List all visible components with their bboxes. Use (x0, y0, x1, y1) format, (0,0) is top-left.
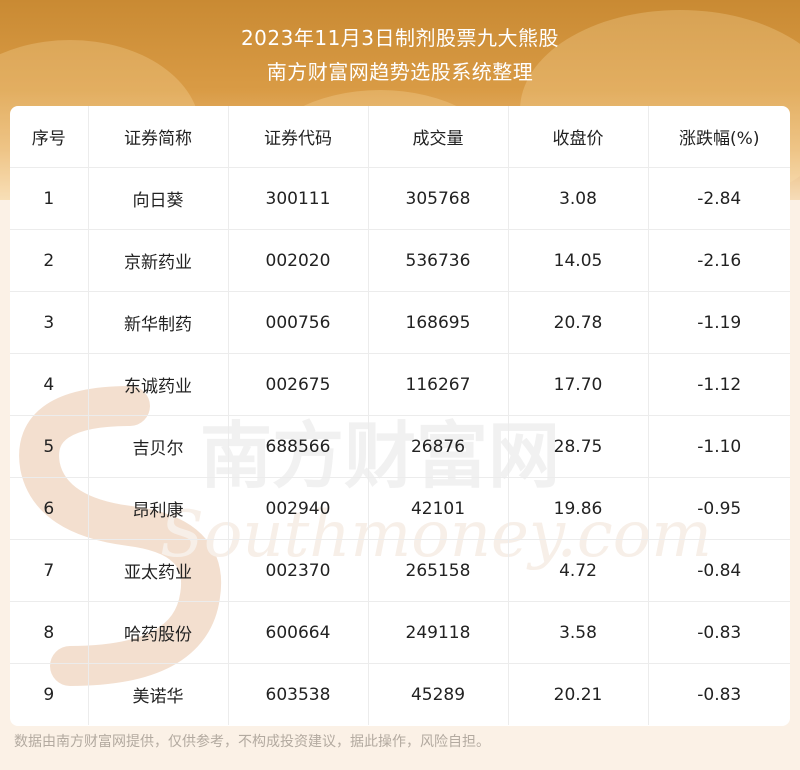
page-title: 2023年11月3日制剂股票九大熊股 (240, 26, 560, 50)
cell-name: 东诚药业 (88, 353, 229, 416)
column-header-change: 涨跌幅(%) (648, 106, 790, 168)
cell-volume: 265158 (368, 539, 509, 602)
cell-name: 亚太药业 (88, 539, 229, 602)
column-header-close: 收盘价 (508, 106, 649, 168)
table-row: 6 昂利康 002940 42101 19.86 -0.95 (10, 477, 790, 540)
table-row: 3 新华制药 000756 168695 20.78 -1.19 (10, 291, 790, 354)
cell-change: -1.12 (648, 353, 790, 416)
cell-name: 向日葵 (88, 167, 229, 230)
table-row: 8 哈药股份 600664 249118 3.58 -0.83 (10, 601, 790, 664)
cell-change: -2.16 (648, 229, 790, 292)
cell-volume: 116267 (368, 353, 509, 416)
cell-code: 688566 (228, 415, 369, 478)
cell-close: 20.21 (508, 663, 649, 725)
cell-code: 002940 (228, 477, 369, 540)
cell-close: 28.75 (508, 415, 649, 478)
cell-index: 1 (10, 167, 89, 230)
cell-volume: 168695 (368, 291, 509, 354)
cell-volume: 45289 (368, 663, 509, 725)
cell-code: 002370 (228, 539, 369, 602)
cell-code: 000756 (228, 291, 369, 354)
cell-name: 新华制药 (88, 291, 229, 354)
cell-close: 19.86 (508, 477, 649, 540)
cell-close: 14.05 (508, 229, 649, 292)
cell-index: 8 (10, 601, 89, 664)
cell-code: 300111 (228, 167, 369, 230)
cell-close: 3.08 (508, 167, 649, 230)
cell-code: 603538 (228, 663, 369, 725)
cell-close: 20.78 (508, 291, 649, 354)
cell-name: 吉贝尔 (88, 415, 229, 478)
cell-index: 4 (10, 353, 89, 416)
cell-change: -1.19 (648, 291, 790, 354)
cell-close: 4.72 (508, 539, 649, 602)
cell-close: 3.58 (508, 601, 649, 664)
bear-stocks-table: 序号 证券简称 证券代码 成交量 收盘价 涨跌幅(%) 1 向日葵 300111… (10, 106, 790, 725)
cell-name: 昂利康 (88, 477, 229, 540)
cell-change: -0.84 (648, 539, 790, 602)
table-row: 4 东诚药业 002675 116267 17.70 -1.12 (10, 353, 790, 416)
table-row: 9 美诺华 603538 45289 20.21 -0.83 (10, 663, 790, 725)
cell-name: 美诺华 (88, 663, 229, 725)
cell-index: 9 (10, 663, 89, 725)
cell-change: -0.83 (697, 684, 742, 705)
page-subtitle: 南方财富网趋势选股系统整理 (266, 60, 534, 84)
cell-name: 哈药股份 (88, 601, 229, 664)
cell-index: 2 (10, 229, 89, 292)
cell-volume: 536736 (368, 229, 509, 292)
column-header-code: 证券代码 (228, 106, 369, 168)
table-row: 5 吉贝尔 688566 26876 28.75 -1.10 (10, 415, 790, 478)
cell-change: -1.10 (648, 415, 790, 478)
cell-index: 3 (10, 291, 89, 354)
column-header-name: 证券简称 (88, 106, 229, 168)
cell-change: -0.83 (648, 601, 790, 664)
cell-code: 002020 (228, 229, 369, 292)
cell-volume: 42101 (368, 477, 509, 540)
cell-close: 17.70 (508, 353, 649, 416)
table-row: 1 向日葵 300111 305768 3.08 -2.84 (10, 167, 790, 230)
table-row: 7 亚太药业 002370 265158 4.72 -0.84 (10, 539, 790, 602)
cell-volume: 26876 (368, 415, 509, 478)
table-header-row: 序号 证券简称 证券代码 成交量 收盘价 涨跌幅(%) (10, 106, 790, 168)
column-header-index: 序号 (10, 106, 89, 168)
cell-index: 7 (10, 539, 89, 602)
cell-change: -0.95 (648, 477, 790, 540)
table-row: 2 京新药业 002020 536736 14.05 -2.16 (10, 229, 790, 292)
data-table-card: 南方财富网 Southmoney.com 序号 证券简称 证券代码 成交量 收盘… (10, 106, 790, 726)
cell-volume: 305768 (368, 167, 509, 230)
cell-change: -2.84 (648, 167, 790, 230)
cell-code: 600664 (228, 601, 369, 664)
cell-volume: 249118 (368, 601, 509, 664)
cell-index: 5 (10, 415, 89, 478)
cell-name: 京新药业 (88, 229, 229, 292)
cell-code: 002675 (228, 353, 369, 416)
disclaimer-text: 数据由南方财富网提供，仅供参考，不构成投资建议，据此操作，风险自担。 (14, 734, 490, 750)
cell-index: 6 (10, 477, 89, 540)
column-header-volume: 成交量 (368, 106, 509, 168)
